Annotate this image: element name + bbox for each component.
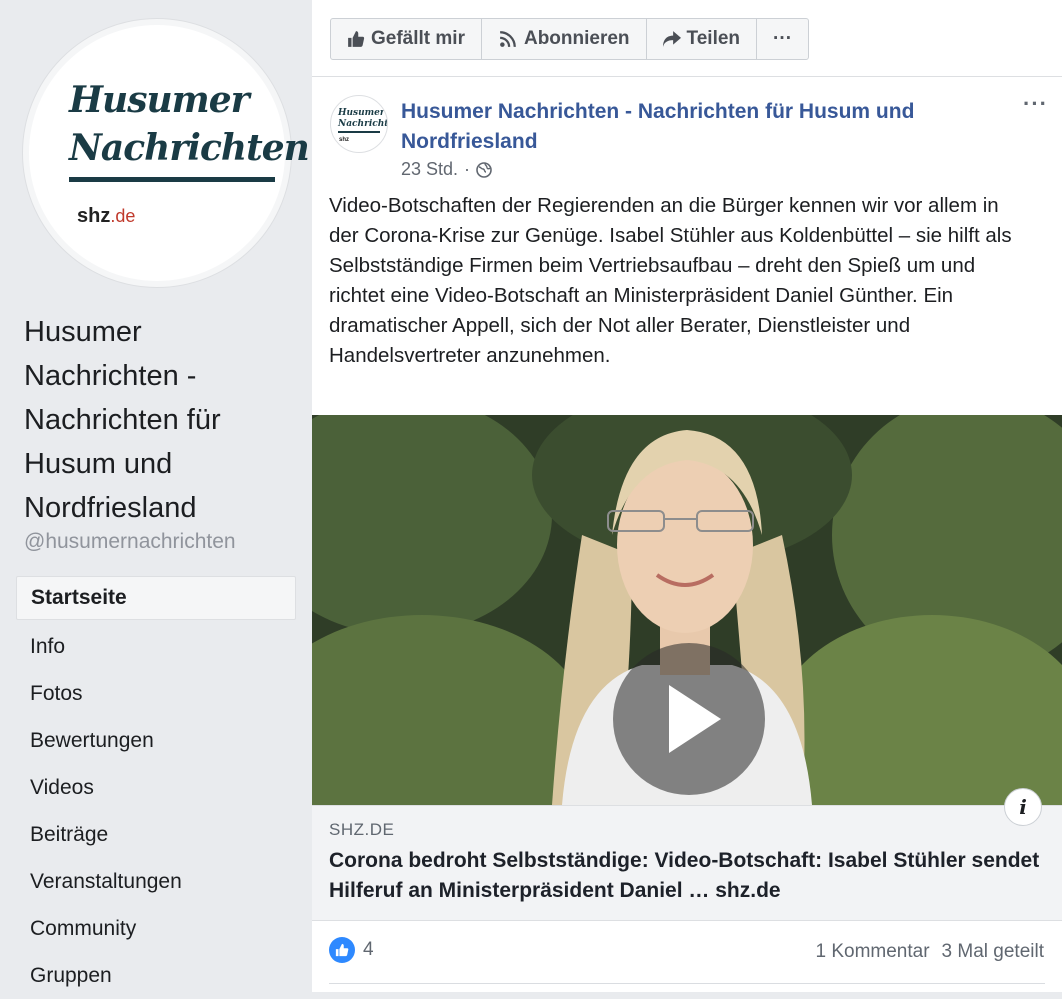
video-play-button[interactable] xyxy=(613,643,765,795)
sidebar-item-videos[interactable]: Videos xyxy=(16,764,296,811)
logo-text-line1: Husumer xyxy=(69,79,250,121)
globe-icon[interactable] xyxy=(476,161,492,178)
post-author-name[interactable]: Husumer Nachrichten - Nachrichten für Hu… xyxy=(401,97,1001,157)
post-author-avatar[interactable]: Husumer Nachrichten shz xyxy=(330,95,388,153)
share-arrow-icon xyxy=(662,31,681,47)
page-sidebar: Husumer Nachrichten shz.de Husumer Nachr… xyxy=(0,0,312,992)
sidebar-item-bewertungen[interactable]: Bewertungen xyxy=(16,717,296,764)
logo-brand: shz.de xyxy=(77,205,136,227)
avatar-logo-rule xyxy=(338,131,380,133)
meta-separator: · xyxy=(464,159,471,179)
logo-text-line2: Nachrichten xyxy=(69,127,310,169)
sidebar-item-beitraege[interactable]: Beiträge xyxy=(16,811,296,858)
avatar-logo-line1: Husumer xyxy=(338,108,385,118)
like-page-label: Gefällt mir xyxy=(371,28,465,49)
sidebar-item-community[interactable]: Community xyxy=(16,905,296,952)
play-icon xyxy=(669,685,721,753)
sidebar-nav: Startseite Info Fotos Bewertungen Videos… xyxy=(16,576,296,999)
page-actions-card: Gefällt mir Abonnieren Teilen ··· xyxy=(312,0,1062,77)
post-message: Video-Botschaften der Regierenden an die… xyxy=(329,194,1012,367)
share-page-button[interactable]: Teilen xyxy=(647,19,758,59)
share-count-link[interactable]: 3 Mal geteilt xyxy=(942,941,1044,963)
share-page-label: Teilen xyxy=(686,28,741,49)
like-reaction-icon xyxy=(329,937,355,963)
post-divider xyxy=(329,983,1045,984)
page-action-bar: Gefällt mir Abonnieren Teilen ··· xyxy=(330,18,810,60)
info-icon[interactable]: i xyxy=(1004,788,1042,826)
page-title[interactable]: Husumer Nachrichten - Nachrichten für Hu… xyxy=(24,310,294,530)
link-domain: SHZ.DE xyxy=(329,820,395,839)
post-meta: 23 Std. · xyxy=(401,159,492,180)
reaction-count: 4 xyxy=(363,939,374,960)
sidebar-item-startseite[interactable]: Startseite xyxy=(16,576,296,620)
sidebar-item-veranstaltungen[interactable]: Veranstaltungen xyxy=(16,858,296,905)
like-page-button[interactable]: Gefällt mir xyxy=(331,19,482,59)
feed-post: Husumer Nachrichten shz Husumer Nachrich… xyxy=(312,77,1062,992)
reaction-summary[interactable]: 4 xyxy=(329,937,374,963)
more-dots-icon: ··· xyxy=(773,28,793,49)
rss-icon xyxy=(499,31,516,48)
follow-label: Abonnieren xyxy=(523,28,630,49)
thumbs-up-icon xyxy=(348,31,365,47)
post-options-icon[interactable]: ··· xyxy=(1023,91,1048,117)
page-handle[interactable]: @husumernachrichten xyxy=(24,530,236,554)
avatar-logo-brand: shz xyxy=(339,137,350,143)
link-preview[interactable]: i SHZ.DE Corona bedroht Selbstständige: … xyxy=(312,788,1062,921)
comment-count-link[interactable]: 1 Kommentar xyxy=(816,941,930,963)
page-avatar[interactable]: Husumer Nachrichten shz.de xyxy=(22,18,310,288)
sidebar-item-fotos[interactable]: Fotos xyxy=(16,670,296,717)
page-logo: Husumer Nachrichten shz.de xyxy=(29,25,310,281)
more-options-button[interactable]: ··· xyxy=(757,19,808,59)
sidebar-item-info[interactable]: Info xyxy=(16,623,296,670)
follow-button[interactable]: Abonnieren xyxy=(482,19,647,59)
video-thumbnail[interactable] xyxy=(312,415,1062,805)
link-title[interactable]: Corona bedroht Selbstständige: Video-Bot… xyxy=(329,846,1044,906)
avatar-logo-line2: Nachrichten xyxy=(338,119,387,129)
logo-rule xyxy=(69,177,275,182)
post-timestamp[interactable]: 23 Std. xyxy=(401,159,458,180)
engagement-counts: 1 Kommentar 3 Mal geteilt xyxy=(816,941,1045,963)
